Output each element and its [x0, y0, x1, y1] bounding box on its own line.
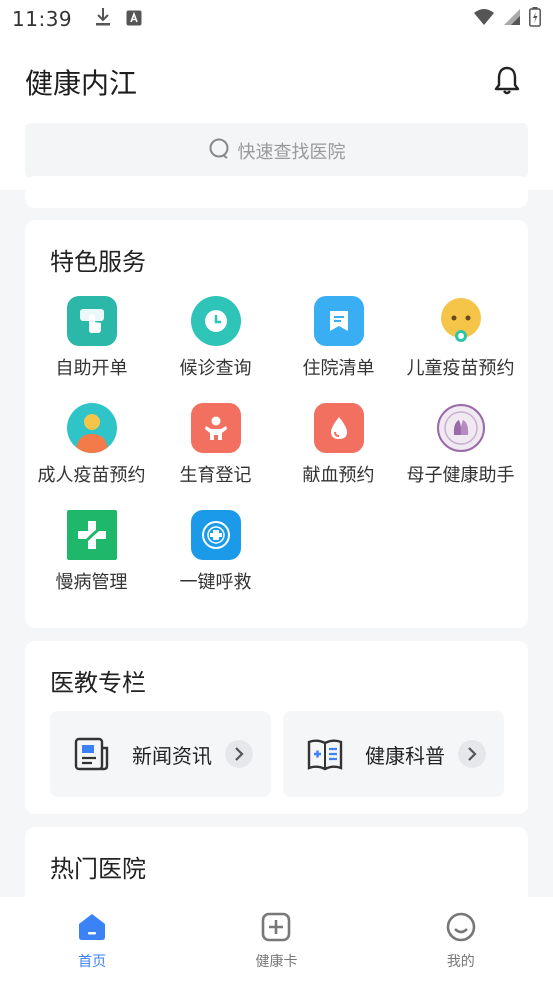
self-order-icon: [66, 296, 117, 346]
keyboard-a-icon: [126, 7, 142, 31]
book-icon: [305, 734, 345, 774]
service-label: 慢病管理: [55, 572, 128, 593]
newspaper-icon: [72, 734, 112, 774]
battery-icon: [529, 6, 541, 32]
emergency-icon: [190, 510, 241, 560]
service-birth-registration[interactable]: 生育登记: [153, 403, 278, 487]
tab-label: 我的: [446, 954, 475, 970]
service-child-vaccine[interactable]: 儿童疫苗预约: [398, 296, 523, 380]
service-label: 成人疫苗预约: [37, 465, 146, 486]
bookmark-doc-icon: [313, 296, 364, 346]
chevron-right-icon: [225, 740, 253, 768]
service-label: 儿童疫苗预约: [406, 358, 515, 379]
health-science-entry[interactable]: 健康科普: [283, 711, 504, 797]
news-entry[interactable]: 新闻资讯: [50, 711, 271, 797]
medical-cross-icon: [66, 510, 117, 560]
download-icon: [94, 7, 112, 32]
mother-child-logo-icon: [436, 403, 486, 453]
service-label: 一键呼救: [179, 572, 252, 593]
service-blood-donation[interactable]: 献血预约: [276, 403, 401, 487]
baby-icon: [436, 296, 486, 346]
health-card-icon: [260, 911, 292, 943]
service-inpatient-list[interactable]: 住院清单: [276, 296, 401, 380]
home-icon: [76, 911, 108, 943]
health-science-label: 健康科普: [365, 743, 445, 768]
banner-card-stub: [25, 176, 528, 208]
bell-icon[interactable]: [491, 64, 523, 96]
tab-home[interactable]: 首页: [0, 897, 184, 984]
service-label: 候诊查询: [179, 358, 252, 379]
news-label: 新闻资讯: [132, 743, 212, 768]
hot-hospitals-title: 热门医院: [50, 855, 146, 883]
tab-health-card[interactable]: 健康卡: [184, 897, 368, 984]
education-card: 医教专栏 新闻资讯 健康科普: [25, 641, 528, 814]
chevron-right-icon: [458, 740, 486, 768]
wifi-icon: [473, 7, 495, 31]
service-label: 母子健康助手: [406, 465, 515, 486]
search-placeholder: 快速查找医院: [237, 141, 346, 163]
service-adult-vaccine[interactable]: 成人疫苗预约: [29, 403, 154, 487]
search-input[interactable]: 快速查找医院: [25, 123, 528, 178]
service-label: 自助开单: [55, 358, 128, 379]
service-label: 献血预约: [302, 465, 375, 486]
blood-drop-icon: [313, 403, 364, 453]
adult-icon: [66, 403, 117, 453]
tab-label: 首页: [78, 954, 107, 970]
signal-icon: [503, 7, 521, 31]
header: 健康内江 快速查找医院: [0, 38, 553, 190]
tab-label: 健康卡: [255, 954, 298, 970]
service-chronic-disease[interactable]: 慢病管理: [29, 510, 154, 594]
page-title: 健康内江: [25, 67, 138, 100]
status-bar: 11:39: [0, 0, 553, 38]
education-title: 医教专栏: [50, 669, 146, 697]
tab-profile[interactable]: 我的: [369, 897, 553, 984]
search-icon: [208, 137, 230, 164]
service-emergency-call[interactable]: 一键呼救: [153, 510, 278, 594]
services-title: 特色服务: [50, 248, 146, 276]
clock-icon: [190, 296, 241, 346]
service-label: 生育登记: [179, 465, 252, 486]
bottom-tab-bar: 首页 健康卡 我的: [0, 897, 553, 984]
status-time: 11:39: [12, 7, 73, 31]
profile-icon: [445, 911, 477, 943]
service-self-order[interactable]: 自助开单: [29, 296, 154, 380]
service-label: 住院清单: [302, 358, 375, 379]
service-waiting-query[interactable]: 候诊查询: [153, 296, 278, 380]
child-icon: [190, 403, 241, 453]
service-mother-child-assistant[interactable]: 母子健康助手: [398, 403, 523, 487]
services-card: 特色服务 自助开单 候诊查询 住院清单 儿童疫苗预约 成人疫苗预约 生育登记 献…: [25, 220, 528, 628]
